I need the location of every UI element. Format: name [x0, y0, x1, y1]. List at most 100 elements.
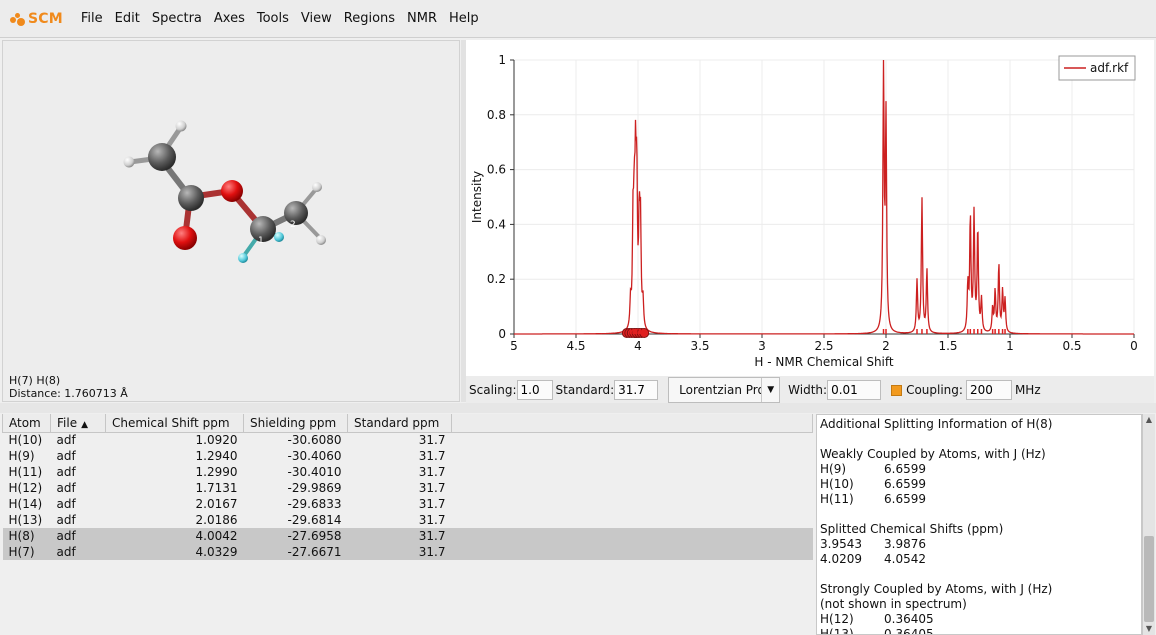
weak-coupling-row-key: H(9) — [820, 462, 847, 476]
x-tick-label: 3.5 — [690, 339, 709, 353]
table-cell: adf — [56, 465, 76, 479]
menu-file[interactable]: File — [81, 11, 103, 26]
atom-label-2: 2 — [290, 220, 296, 230]
standard-input[interactable] — [614, 380, 659, 400]
table-row[interactable]: H(12) adf 1.7131 -29.9869 31.7 — [3, 480, 813, 496]
hydrogen-atom[interactable] — [175, 120, 187, 132]
table-cell: 4.0329 — [105, 544, 244, 560]
table-row[interactable]: H(10) adf 1.0920 -30.6080 31.7 — [3, 432, 813, 448]
column-header-atom[interactable]: Atom — [2, 414, 51, 433]
molecule-viewer[interactable]: 1 2 H(7) H(8) Distance: 1.760713 Å — [2, 40, 460, 402]
strong-coupling-row: H(13) 0.36405 — [820, 627, 1138, 635]
strong-coupling-row-value: 0.36405 — [884, 612, 934, 626]
carbon-atom[interactable] — [178, 185, 204, 211]
table-cell-empty — [452, 432, 813, 448]
splitting-info-panel[interactable]: Additional Splitting Information of H(8)… — [816, 414, 1142, 635]
column-header-file[interactable]: File ▲ — [50, 414, 106, 433]
x-axis-label: H - NMR Chemical Shift — [754, 355, 894, 369]
dropdown-arrow-icon[interactable]: ▼ — [761, 378, 779, 402]
width-label: Width: — [788, 383, 828, 397]
scm-logo: SCM — [10, 11, 63, 27]
carbon-atom[interactable] — [148, 143, 176, 171]
scaling-label: Scaling: — [469, 383, 517, 397]
scroll-down-icon[interactable]: ▼ — [1143, 623, 1155, 635]
coupling-checkbox[interactable] — [891, 384, 903, 396]
weak-coupling-row: H(10) 6.6599 — [820, 477, 1138, 492]
menu-spectra[interactable]: Spectra — [152, 11, 202, 26]
coupling-input[interactable] — [965, 380, 1012, 400]
selected-hydrogen-atom[interactable] — [238, 253, 248, 263]
width-input[interactable] — [827, 380, 882, 400]
table-cell: 31.7 — [418, 513, 446, 527]
oxygen-atom[interactable] — [221, 180, 243, 202]
nmr-spectrum-chart[interactable]: 5 4.5 4 3.5 3 2.5 2 1.5 1 0.5 0 0 0.2 0.4 0.6 0.8 1 H - N… — [466, 40, 1154, 376]
table-cell: H(8) — [2, 528, 51, 544]
table-cell: H(9) — [8, 449, 35, 463]
scroll-up-icon[interactable]: ▲ — [1143, 414, 1155, 426]
molecule-graphic[interactable]: 1 2 — [3, 41, 461, 371]
distance-value: Distance: 1.760713 Å — [9, 387, 128, 400]
table-cell: adf — [50, 544, 106, 560]
menu-help[interactable]: Help — [449, 11, 479, 26]
weak-coupling-row-value: 6.6599 — [884, 492, 926, 506]
atoms-table: Atom File ▲ Chemical Shift ppm Shielding … — [2, 414, 813, 560]
x-tick-label: 0 — [1130, 339, 1138, 353]
table-cell: H(11) — [8, 465, 43, 479]
hydrogen-atom[interactable] — [312, 182, 322, 192]
table-row[interactable]: H(13) adf 2.0186 -29.6814 31.7 — [3, 512, 813, 528]
table-cell: 31.7 — [418, 433, 446, 448]
weak-coupling-row-key: H(10) — [820, 477, 854, 491]
column-header-shielding[interactable]: Shielding ppm — [243, 414, 348, 433]
legend-label: adf.rkf — [1090, 61, 1129, 75]
scaling-input[interactable] — [516, 380, 553, 400]
table-row[interactable]: H(9) adf 1.2940 -30.4060 31.7 — [3, 448, 813, 464]
table-row[interactable]: H(8) adf 4.0042 -27.6958 31.7 — [2, 528, 813, 544]
y-tick-label: 0.8 — [487, 108, 506, 122]
spectrum-svg[interactable]: 5 4.5 4 3.5 3 2.5 2 1.5 1 0.5 0 0 0.2 0.4 0.6 0.8 1 H - N… — [466, 40, 1154, 376]
selected-hydrogen-atom[interactable] — [274, 232, 284, 242]
menu-tools[interactable]: Tools — [257, 11, 289, 26]
menu-edit[interactable]: Edit — [115, 11, 140, 26]
split-shifts-title: Splitted Chemical Shifts (ppm) — [820, 522, 1004, 536]
strong-coupling-row-value: 0.36405 — [884, 627, 934, 635]
menu-nmr[interactable]: NMR — [407, 11, 437, 26]
info-scrollbar[interactable]: ▲ ▼ — [1142, 414, 1155, 635]
table-cell: 2.0186 — [195, 513, 238, 527]
lineshape-value: Lorentzian Profile — [679, 383, 762, 397]
table-cell: -30.6080 — [287, 433, 342, 448]
menu-regions[interactable]: Regions — [344, 11, 395, 26]
carbon-atom[interactable] — [284, 201, 308, 225]
menu-axes[interactable]: Axes — [214, 11, 245, 26]
oxygen-atom[interactable] — [173, 226, 197, 250]
table-row[interactable]: H(7) adf 4.0329 -27.6671 31.7 — [2, 544, 813, 560]
table-row[interactable]: H(11) adf 1.2990 -30.4010 31.7 — [3, 464, 813, 480]
lineshape-select[interactable]: Lorentzian Profile ▼ — [668, 377, 781, 403]
measure-atoms: H(7) H(8) — [9, 374, 61, 387]
table-cell: adf — [56, 433, 76, 448]
x-tick-label: 5 — [510, 339, 518, 353]
scm-logo-icon — [10, 12, 26, 26]
weak-coupling-row-key: H(11) — [820, 492, 854, 506]
hydrogen-atom[interactable] — [123, 156, 135, 168]
column-header-standard[interactable]: Standard ppm — [347, 414, 452, 433]
x-tick-label: 1 — [1006, 339, 1014, 353]
menu-bar: SCM File Edit Spectra Axes Tools View Regions N… — [0, 0, 1156, 38]
table-cell: H(12) — [8, 481, 43, 495]
column-header-chemical-shift[interactable]: Chemical Shift ppm — [105, 414, 244, 433]
table-row[interactable]: H(14) adf 2.0167 -29.6833 31.7 — [3, 496, 813, 512]
table-cell-empty — [452, 464, 813, 480]
measurement-readout: H(7) H(8) Distance: 1.760713 Å — [9, 374, 128, 400]
horizontal-splitter[interactable] — [0, 403, 1156, 413]
menu-view[interactable]: View — [301, 11, 332, 26]
x-tick-label: 0.5 — [1062, 339, 1081, 353]
sort-ascending-icon: ▲ — [81, 419, 89, 430]
hydrogen-atom[interactable] — [316, 235, 326, 245]
table-cell: 31.7 — [347, 544, 452, 560]
table-cell: 1.0920 — [195, 433, 238, 448]
split-shift-row-key: 3.9543 — [820, 537, 862, 551]
table-cell-empty — [452, 512, 813, 528]
table-cell: adf — [56, 513, 76, 527]
scrollbar-thumb[interactable] — [1144, 536, 1154, 622]
table-cell: 2.0167 — [195, 497, 238, 511]
table-cell: 31.7 — [418, 449, 446, 463]
